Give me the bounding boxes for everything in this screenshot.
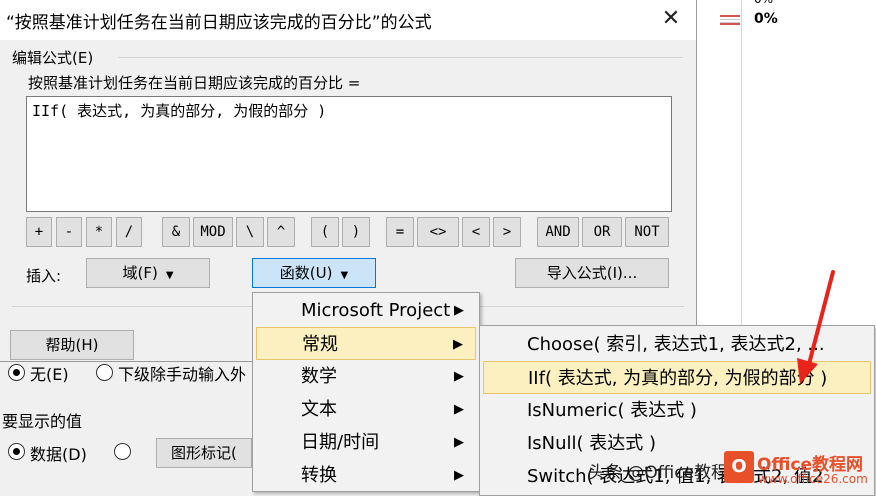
annotation-arrow-icon: [797, 270, 835, 384]
watermark-text: 头条 @Office教程网: [588, 463, 746, 483]
watermark-url: www.office26.com: [758, 472, 868, 486]
office-logo-icon: O: [724, 451, 754, 483]
